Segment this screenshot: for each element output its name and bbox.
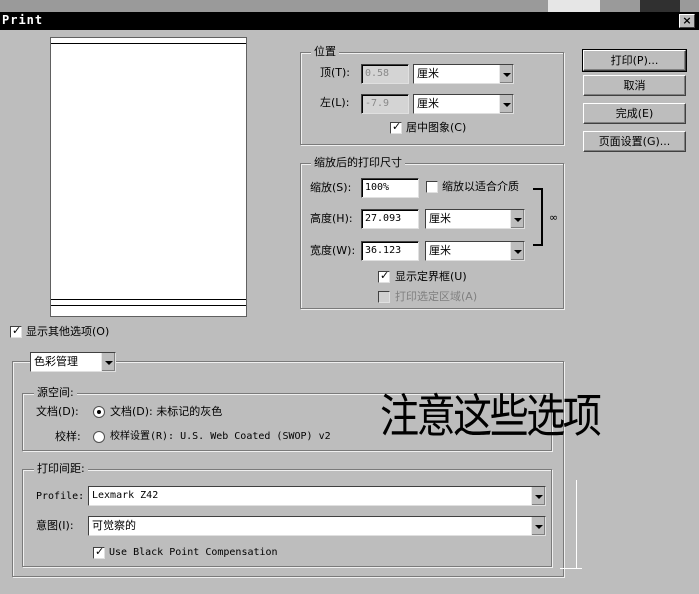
document-option-label: 文档(D): 未标记的灰色 (110, 405, 223, 418)
show-bounding-box-checkbox[interactable] (378, 269, 390, 283)
height-label: 高度(H): (310, 212, 353, 225)
height-unit-value: 厘米 (429, 212, 451, 225)
annotation-line (560, 568, 582, 569)
chevron-down-icon (499, 95, 513, 113)
height-field[interactable]: 27.093 (361, 209, 419, 229)
preview-top-margin-line (51, 43, 246, 44)
options-type-select[interactable]: 色彩管理 (30, 352, 116, 372)
link-icon[interactable]: ∞ (549, 211, 558, 224)
preview-bottom-margin-line (51, 305, 246, 306)
document-label: 文档(D): (36, 405, 79, 418)
fit-media-checkbox[interactable] (426, 181, 438, 193)
document-radio[interactable] (93, 406, 105, 418)
chevron-down-icon (101, 353, 115, 371)
print-selected-area-checkbox[interactable] (378, 291, 390, 303)
width-unit-value: 厘米 (429, 244, 451, 257)
profile-select[interactable]: Lexmark Z42 (88, 486, 546, 506)
background-window-strip (640, 0, 680, 12)
scaled-size-group-title: 缩放后的打印尺寸 (311, 156, 405, 169)
proof-label: 校样: (55, 430, 81, 443)
intent-select[interactable]: 可觉察的 (88, 516, 546, 536)
window-title: Print (2, 13, 44, 27)
print-button[interactable]: 打印(P)... (582, 49, 687, 72)
proof-option-label: 校样设置(R): U.S. Web Coated (SWOP) v2 (110, 431, 331, 442)
profile-value: Lexmark Z42 (92, 490, 159, 501)
chevron-down-icon (531, 487, 545, 505)
chevron-down-icon (510, 210, 524, 228)
annotation-text: 注意这些选项 (380, 389, 602, 443)
left-field[interactable]: -7.9 (361, 94, 409, 114)
intent-value: 可觉察的 (92, 519, 136, 532)
scale-field[interactable]: 100% (361, 178, 419, 198)
top-label: 顶(T): (320, 66, 351, 79)
cancel-button[interactable]: 取消 (583, 75, 686, 96)
page-setup-button[interactable]: 页面设置(G)... (583, 131, 686, 152)
width-unit-select[interactable]: 厘米 (425, 241, 525, 261)
left-unit-value: 厘米 (417, 97, 439, 110)
black-point-compensation-label: Use Black Point Compensation (109, 547, 278, 558)
options-type-value: 色彩管理 (34, 355, 78, 368)
top-unit-select[interactable]: 厘米 (413, 64, 514, 84)
print-preview (50, 37, 247, 317)
preview-bottom-margin-line (51, 299, 246, 300)
proof-radio[interactable] (93, 431, 105, 443)
show-more-options-label: 显示其他选项(O) (26, 325, 110, 338)
top-field[interactable]: 0.58 (361, 64, 409, 84)
height-unit-select[interactable]: 厘米 (425, 209, 525, 229)
annotation-line (576, 480, 577, 568)
print-selected-area-label: 打印选定区域(A) (395, 290, 478, 303)
proportion-bracket (533, 188, 543, 246)
position-group-title: 位置 (311, 45, 339, 58)
title-bar-fill (0, 12, 699, 30)
background-window-strip (548, 0, 600, 12)
width-label: 宽度(W): (310, 244, 356, 257)
center-image-label: 居中图象(C) (406, 121, 467, 134)
left-unit-select[interactable]: 厘米 (413, 94, 514, 114)
print-space-title: 打印间距: (34, 462, 88, 475)
intent-label: 意图(I): (36, 519, 74, 532)
black-point-compensation-checkbox[interactable] (93, 545, 105, 559)
center-image-checkbox[interactable] (390, 120, 402, 134)
width-field[interactable]: 36.123 (361, 241, 419, 261)
close-icon: × (682, 14, 692, 27)
fit-media-label: 缩放以适合介质 (442, 180, 519, 193)
chevron-down-icon (510, 242, 524, 260)
scale-label: 缩放(S): (310, 181, 352, 194)
title-bar: Print × (0, 0, 699, 30)
top-unit-value: 厘米 (417, 67, 439, 80)
close-button[interactable]: × (679, 14, 695, 28)
chevron-down-icon (499, 65, 513, 83)
profile-label: Profile: (36, 491, 85, 502)
source-space-title: 源空间: (34, 386, 77, 399)
left-label: 左(L): (320, 96, 350, 109)
done-button[interactable]: 完成(E) (583, 103, 686, 124)
chevron-down-icon (531, 517, 545, 535)
show-bounding-box-label: 显示定界框(U) (395, 270, 467, 283)
show-more-options-checkbox[interactable] (10, 324, 22, 338)
